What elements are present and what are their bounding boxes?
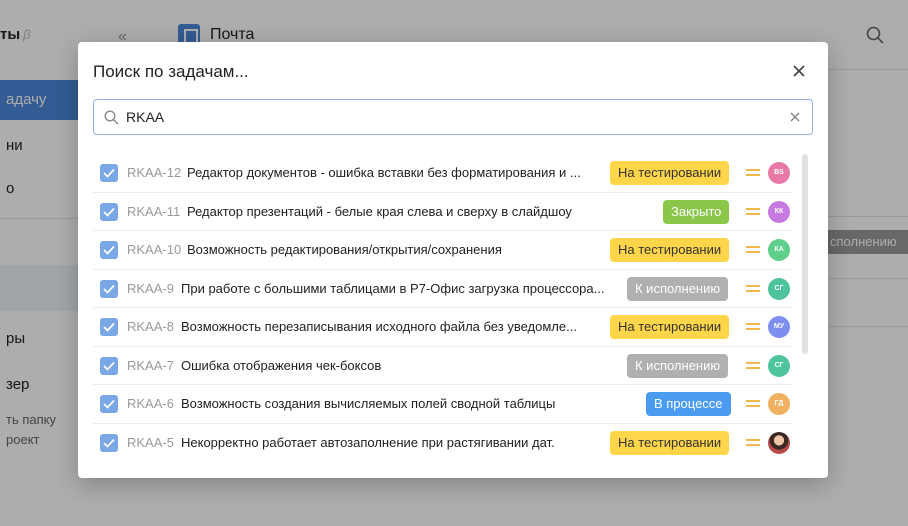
task-id: RKAA-5 xyxy=(127,434,174,450)
status-badge[interactable]: К исполнению xyxy=(627,353,729,378)
priority-medium-icon xyxy=(746,322,760,332)
task-title: При работе с большими таблицами в Р7-Офи… xyxy=(181,280,605,296)
task-row[interactable]: RKAA-6 Возможность создания вычисляемых … xyxy=(93,385,793,424)
check-icon xyxy=(103,438,115,448)
task-row[interactable]: RKAA-7 Ошибка отображения чек-боксов К и… xyxy=(93,347,793,385)
task-row[interactable]: RKAA-5 Некорректно работает автозаполнен… xyxy=(93,424,793,463)
task-title: Возможность редактирования/открытия/сохр… xyxy=(187,242,502,257)
status-badge[interactable]: К исполнению xyxy=(627,276,729,301)
task-id: RKAA-6 xyxy=(127,396,174,411)
results-list: RKAA-12 Редактор документов - ошибка вст… xyxy=(93,154,793,464)
search-input[interactable] xyxy=(126,104,766,130)
avatar: МУ xyxy=(768,316,790,338)
search-field xyxy=(93,99,813,135)
task-checkbox[interactable] xyxy=(100,433,118,452)
task-row[interactable]: RKAA-9 При работе с большими таблицами в… xyxy=(93,270,793,308)
task-id: RKAA-9 xyxy=(127,280,174,296)
priority-medium-icon xyxy=(746,438,760,448)
task-title: Ошибка отображения чек-боксов xyxy=(181,357,382,373)
check-icon xyxy=(103,284,115,294)
task-checkbox[interactable] xyxy=(100,202,118,221)
search-icon xyxy=(104,110,119,125)
priority-medium-icon xyxy=(746,284,760,294)
task-checkbox[interactable] xyxy=(100,241,118,259)
task-id: RKAA-10 xyxy=(127,242,182,257)
avatar: ГД xyxy=(768,393,790,415)
avatar: КА xyxy=(768,239,790,261)
scrollbar[interactable] xyxy=(802,154,808,354)
task-checkbox[interactable] xyxy=(100,356,118,375)
task-title: Редактор презентаций - белые края слева … xyxy=(187,203,572,219)
check-icon xyxy=(103,361,115,371)
task-row[interactable]: RKAA-12 Редактор документов - ошибка вст… xyxy=(93,154,793,193)
status-badge[interactable]: На тестировании xyxy=(610,161,730,185)
task-title: Возможность перезаписывания исходного фа… xyxy=(181,319,577,334)
task-row[interactable]: RKAA-8 Возможность перезаписывания исход… xyxy=(93,308,793,347)
check-icon xyxy=(103,322,115,332)
priority-medium-icon xyxy=(746,399,760,409)
task-row[interactable]: RKAA-10 Возможность редактирования/откры… xyxy=(93,231,793,270)
task-checkbox[interactable] xyxy=(100,395,118,413)
task-checkbox[interactable] xyxy=(100,164,118,182)
avatar: ВS xyxy=(768,162,790,184)
check-icon xyxy=(103,168,115,178)
task-id: RKAA-8 xyxy=(127,319,174,334)
task-row[interactable]: RKAA-11 Редактор презентаций - белые кра… xyxy=(93,193,793,231)
priority-medium-icon xyxy=(746,245,760,255)
task-id: RKAA-7 xyxy=(127,357,174,373)
task-title: Возможность создания вычисляемых полей с… xyxy=(181,396,556,411)
task-id: RKAA-11 xyxy=(127,203,181,219)
avatar: СГ xyxy=(768,277,790,300)
task-id: RKAA-12 xyxy=(127,165,182,180)
avatar xyxy=(768,431,790,454)
task-title: Редактор документов - ошибка вставки без… xyxy=(187,165,581,180)
check-icon xyxy=(103,245,115,255)
task-checkbox[interactable] xyxy=(100,279,118,298)
clear-icon[interactable] xyxy=(788,110,802,124)
check-icon xyxy=(103,399,115,409)
avatar: СГ xyxy=(768,354,790,377)
avatar: КК xyxy=(768,200,790,223)
priority-medium-icon xyxy=(746,207,760,217)
status-badge[interactable]: Закрыто xyxy=(663,199,730,224)
status-badge[interactable]: На тестировании xyxy=(610,238,730,262)
status-badge[interactable]: На тестировании xyxy=(610,430,730,455)
task-checkbox[interactable] xyxy=(100,318,118,336)
status-badge[interactable]: В процессе xyxy=(646,392,731,416)
check-icon xyxy=(103,207,115,217)
priority-medium-icon xyxy=(746,168,760,178)
status-badge[interactable]: На тестировании xyxy=(610,315,730,339)
dialog-title: Поиск по задачам... xyxy=(93,62,249,81)
close-icon[interactable] xyxy=(788,60,810,82)
task-search-dialog: Поиск по задачам... RKAA-12 Редактор док… xyxy=(78,42,828,478)
priority-medium-icon xyxy=(746,361,760,371)
task-title: Некорректно работает автозаполнение при … xyxy=(181,434,555,450)
